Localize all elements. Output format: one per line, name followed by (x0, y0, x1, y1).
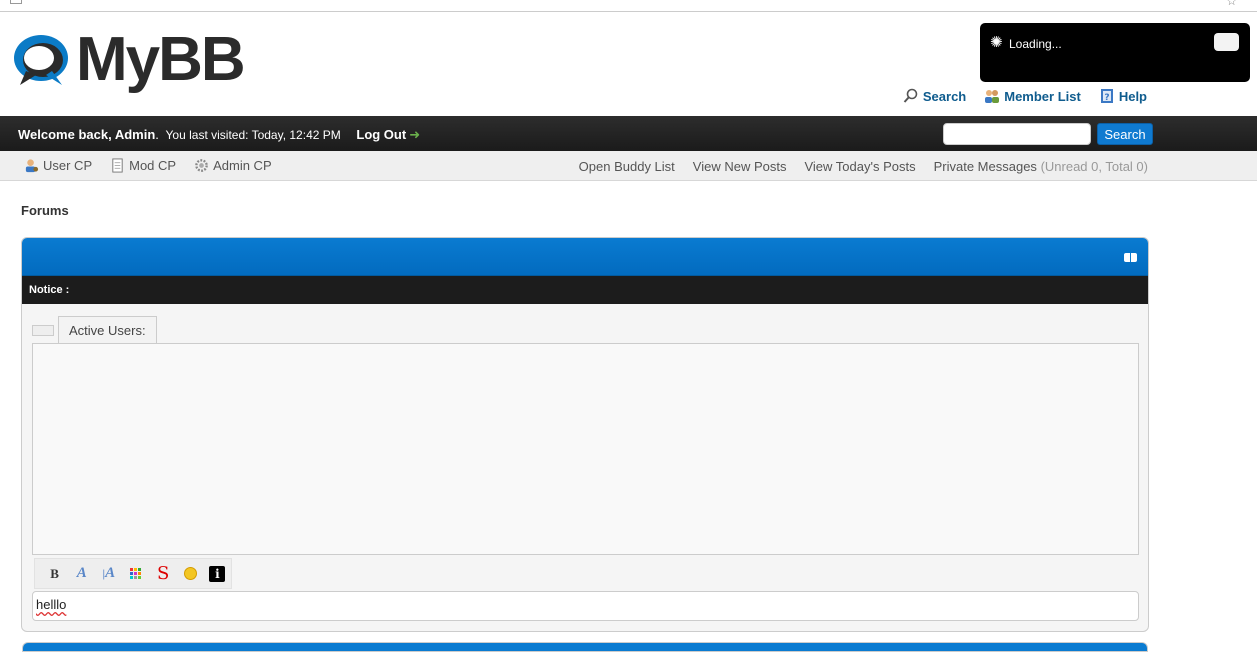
private-messages-label: Private Messages (933, 159, 1037, 174)
user-nav-right: Open Buddy List View New Posts View Toda… (579, 159, 1148, 174)
logo-text: MyBB (76, 25, 246, 94)
welcome-prefix: Welcome back, (18, 127, 115, 142)
bookmark-star-icon[interactable]: ☆ (1226, 0, 1237, 8)
mod-cp-link[interactable]: Mod CP (110, 158, 176, 173)
welcome-panel: Welcome back, Admin. You last visited: T… (0, 116, 1257, 151)
smiley-button[interactable] (177, 562, 204, 586)
last-visited: You last visited: Today, 12:42 PM (165, 128, 341, 142)
view-todays-posts-link[interactable]: View Today's Posts (804, 159, 915, 174)
mybb-logo-icon (14, 35, 68, 85)
help-link[interactable]: ? Help (1099, 88, 1147, 104)
view-new-posts-link[interactable]: View New Posts (693, 159, 787, 174)
mybb-logo[interactable]: MyBB (12, 25, 246, 94)
welcome-text: Welcome back, Admin. You last visited: T… (18, 127, 420, 143)
message-text: helllo (36, 597, 67, 612)
font-size-button[interactable]: | A (95, 562, 122, 586)
page-icon (10, 0, 22, 4)
search-link-label: Search (922, 88, 967, 104)
bold-button[interactable]: B (41, 562, 68, 586)
shout-messages-area (32, 343, 1139, 555)
admin-cp-link[interactable]: Admin CP (194, 158, 272, 173)
info-icon: i (209, 565, 226, 582)
notepad-icon (112, 158, 123, 173)
member-list-label: Member List (1004, 88, 1081, 104)
users-icon (985, 90, 1000, 103)
private-messages-link[interactable]: Private Messages (Unread 0, Total 0) (934, 159, 1148, 174)
font-button[interactable]: A (68, 562, 95, 586)
info-button[interactable]: i (204, 562, 231, 586)
user-nav-left: User CP Mod CP Admin CP (24, 158, 272, 173)
help-link-label: Help (1118, 88, 1147, 104)
magnifier-icon (903, 88, 918, 103)
browser-top-strip: ☆ (0, 0, 1257, 12)
user-cp-icon (25, 159, 39, 173)
user-cp-link[interactable]: User CP (24, 158, 92, 173)
next-panel-header (22, 642, 1148, 652)
mod-cp-label: Mod CP (129, 158, 177, 173)
search-input[interactable] (943, 123, 1091, 145)
color-grid-icon (130, 568, 142, 579)
loading-text: Loading... (1009, 37, 1062, 51)
loading-close-button[interactable] (1214, 33, 1239, 51)
color-button[interactable] (122, 562, 149, 586)
strike-button[interactable]: S (150, 562, 177, 586)
tab-active-users[interactable]: Active Users: (58, 316, 157, 344)
collapse-toggle-icon[interactable] (1124, 253, 1137, 262)
shoutbox-tabs: Active Users: (32, 316, 157, 344)
open-buddy-list-link[interactable]: Open Buddy List (579, 159, 675, 174)
top-links: Search Member List ? Help (903, 88, 1147, 104)
pm-count: (Unread 0, Total 0) (1040, 159, 1148, 174)
tab-empty[interactable] (32, 325, 54, 336)
notice-bar: Notice : (22, 276, 1148, 304)
breadcrumb[interactable]: Forums (21, 203, 69, 218)
search-button[interactable]: Search (1097, 123, 1153, 145)
shoutbox-header (22, 238, 1148, 276)
username[interactable]: Admin (115, 127, 155, 142)
spinner-icon: ✺ (990, 34, 1003, 51)
welcome-suffix: . (155, 127, 159, 142)
user-cp-label: User CP (43, 158, 93, 173)
editor-toolbar: B A | A S i (34, 558, 232, 589)
member-list-link[interactable]: Member List (984, 88, 1081, 104)
help-book-icon: ? (1100, 89, 1113, 103)
loading-popup: ✺ Loading... (980, 23, 1250, 82)
site-header: MyBB ✺ Loading... Search Member List ? H… (0, 13, 1257, 116)
logout-label: Log Out (356, 127, 407, 142)
user-nav-bar: User CP Mod CP Admin CP Open Buddy List … (0, 151, 1257, 181)
smiley-icon (183, 567, 197, 580)
gear-icon (195, 159, 208, 172)
arrow-right-icon: ➜ (409, 127, 421, 142)
search-link[interactable]: Search (903, 88, 966, 104)
admin-cp-label: Admin CP (213, 158, 272, 173)
font-size-label: A (105, 565, 116, 581)
svg-text:?: ? (1104, 93, 1109, 103)
logout-link[interactable]: Log Out ➜ (356, 127, 420, 142)
message-input[interactable]: helllo (32, 591, 1139, 621)
shoutbox-panel: Notice : Active Users: B A | A S i helllo (21, 237, 1149, 632)
